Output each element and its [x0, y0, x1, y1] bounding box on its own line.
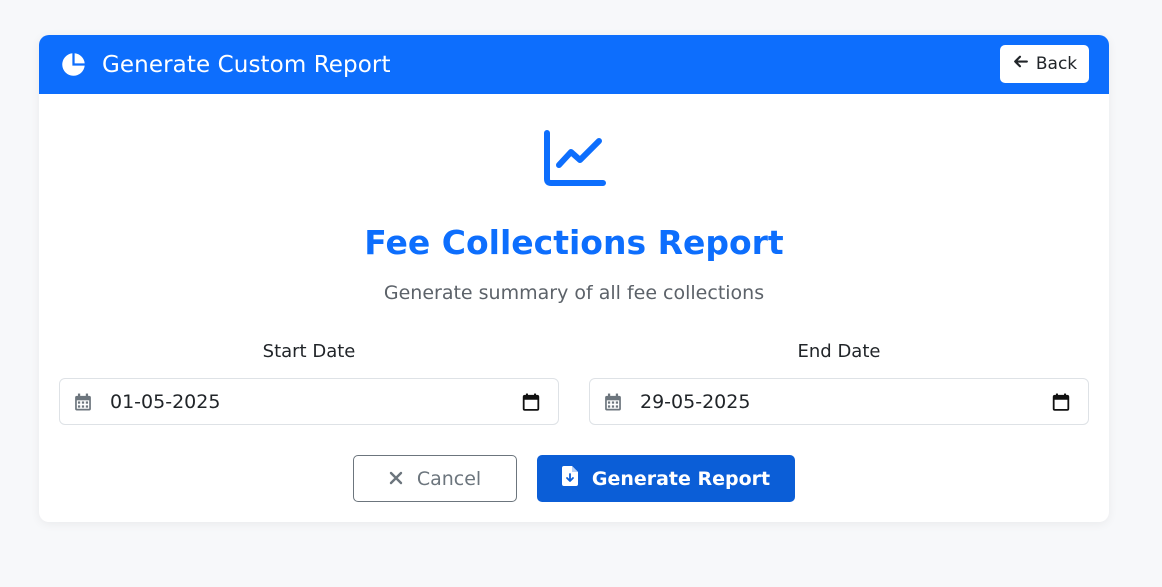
- end-date-label: End Date: [797, 341, 881, 362]
- calendar-picker-icon[interactable]: [1052, 393, 1070, 411]
- calendar-icon: [74, 393, 92, 411]
- arrow-left-icon: [1012, 53, 1029, 75]
- end-date-value: 29-05-2025: [640, 390, 751, 413]
- back-label: Back: [1035, 54, 1078, 74]
- cancel-label: Cancel: [416, 467, 482, 490]
- start-date-value: 01-05-2025: [110, 390, 221, 413]
- close-icon: [389, 468, 403, 490]
- file-download-icon: [561, 466, 578, 491]
- start-date-label: Start Date: [262, 341, 356, 362]
- generate-label: Generate Report: [591, 467, 771, 490]
- generate-report-button[interactable]: Generate Report: [537, 455, 795, 502]
- page-title: Generate Custom Report: [102, 51, 391, 78]
- calendar-picker-icon[interactable]: [522, 393, 540, 411]
- report-title: Fee Collections Report: [364, 223, 784, 262]
- calendar-icon: [604, 393, 622, 411]
- cancel-button[interactable]: Cancel: [353, 455, 517, 502]
- report-subtitle: Generate summary of all fee collections: [383, 282, 765, 304]
- report-card: Generate Custom Report Back Fee Collecti…: [39, 35, 1109, 522]
- line-chart-icon: [542, 130, 606, 192]
- card-header: Generate Custom Report Back: [39, 35, 1109, 94]
- end-date-input[interactable]: 29-05-2025: [589, 378, 1089, 425]
- back-button[interactable]: Back: [1000, 45, 1089, 83]
- start-date-input[interactable]: 01-05-2025: [59, 378, 559, 425]
- pie-chart-icon: [59, 51, 87, 79]
